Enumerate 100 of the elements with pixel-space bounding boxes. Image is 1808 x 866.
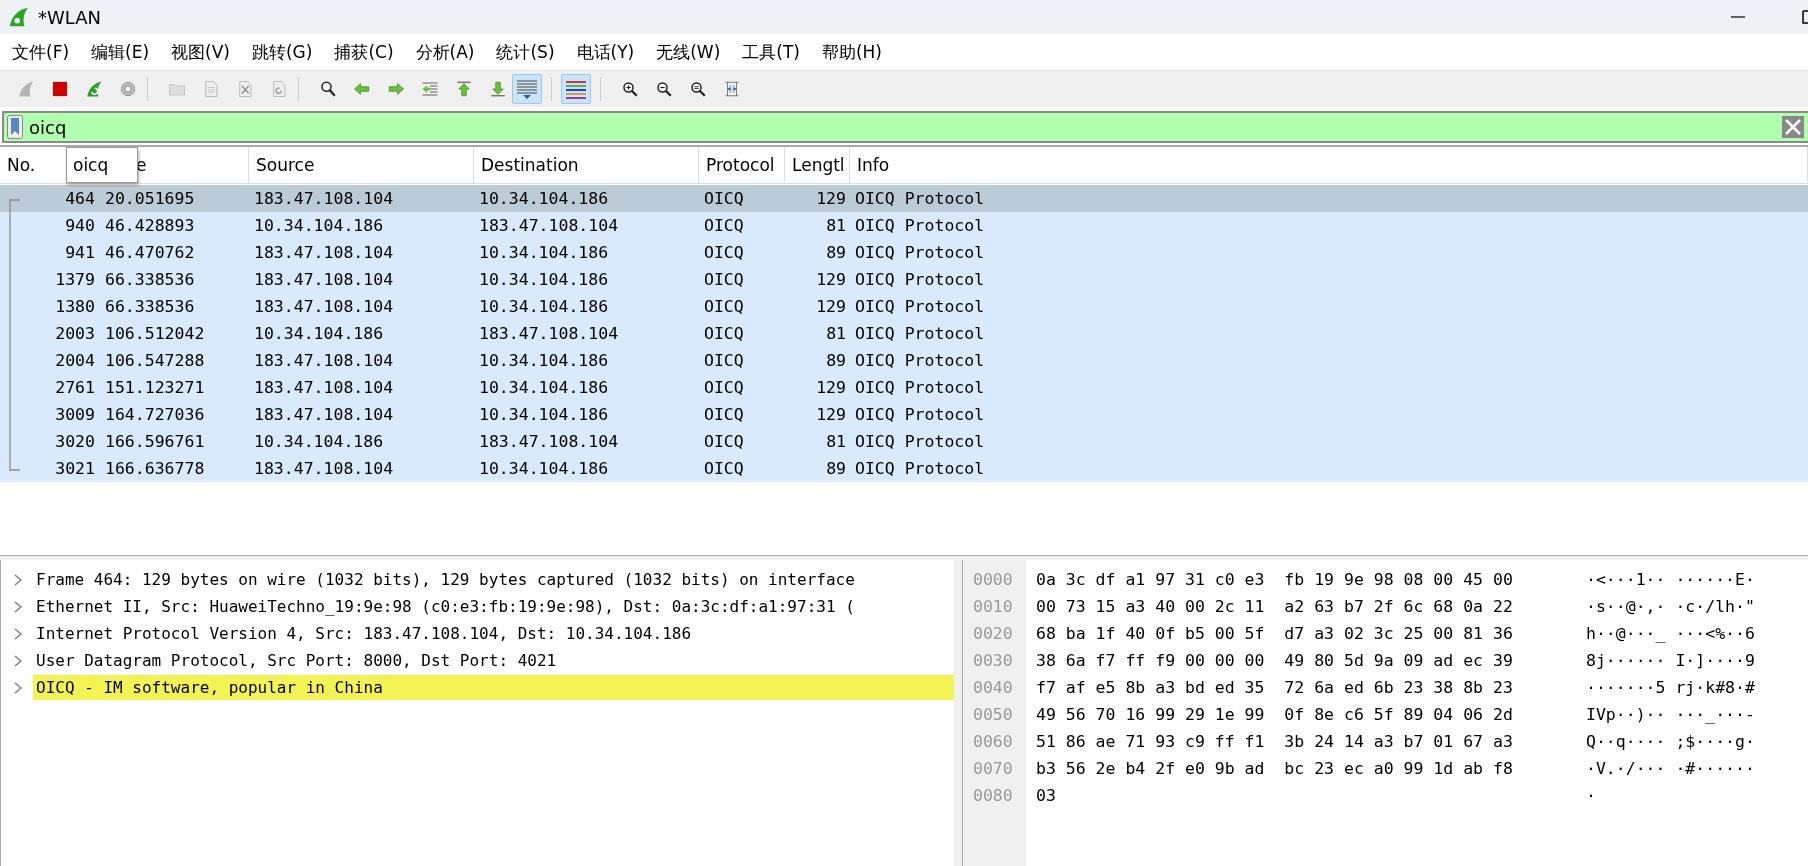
- table-cell-text: OICQ: [703, 324, 745, 343]
- packet-row[interactable]: 3009 164.727036 183.47.108.104 10.34.104.186 OICQ 129 OICQ Protocol: [0, 401, 1808, 428]
- filter-input[interactable]: oicq: [29, 116, 1776, 138]
- table-cell-text: 81: [825, 324, 847, 343]
- packet-row[interactable]: 2761 151.123271 183.47.108.104 10.34.104.186 OICQ 129 OICQ Protocol: [0, 374, 1808, 401]
- table-cell-text: 940: [64, 216, 96, 235]
- tree-item[interactable]: Internet Protocol Version 4, Src: 183.47.108.104, Dst: 10.34.104.186: [33, 621, 954, 646]
- offset-label: 0020: [972, 623, 1014, 645]
- tree-item[interactable]: Frame 464: 129 bytes on wire (1032 bits), 129 bytes captured (1032 bits) on interface: [33, 567, 954, 592]
- table-cell-text: OICQ: [703, 243, 745, 262]
- menu-item[interactable]: 捕获(C): [334, 40, 404, 64]
- chevron-icon[interactable]: [13, 626, 23, 641]
- table-cell-text: 1380: [54, 297, 96, 316]
- column-header[interactable]: Info: [850, 147, 1808, 183]
- table-cell-text: 166.596761: [104, 432, 206, 451]
- packet-row[interactable]: 2003 106.512042 10.34.104.186 183.47.108.104 OICQ 81 OICQ Protocol: [0, 320, 1808, 347]
- table-cell-text: OICQ: [703, 216, 745, 235]
- packet-row[interactable]: 3021 166.636778 183.47.108.104 10.34.104.186 OICQ 89 OICQ Protocol: [0, 455, 1808, 482]
- table-cell-text: 129: [815, 189, 847, 208]
- packet-row[interactable]: 941 46.470762 183.47.108.104 10.34.104.186 OICQ 89 OICQ Protocol: [0, 239, 1808, 266]
- table-cell-text: 10.34.104.186: [253, 432, 385, 451]
- table-cell-text: OICQ: [703, 270, 745, 289]
- column-header[interactable]: Source: [249, 147, 474, 183]
- menu-item[interactable]: 跳转(G): [251, 40, 323, 64]
- packet-row[interactable]: 2004 106.547288 183.47.108.104 10.34.104.186 OICQ 89 OICQ Protocol: [0, 347, 1808, 374]
- offset-label: 0000: [972, 569, 1014, 591]
- bookmark-icon[interactable]: [7, 115, 23, 139]
- menu-item[interactable]: 电话(Y): [576, 40, 645, 64]
- tree-item[interactable]: Ethernet II, Src: HuaweiTechno_19:9e:98 (c0:e3:fb:19:9e:98), Dst: 0a:3c:df:a1:97:31 (: [33, 594, 954, 619]
- table-cell-text: OICQ Protocol: [854, 378, 986, 397]
- tree-item[interactable]: OICQ - IM software, popular in China: [33, 675, 954, 700]
- ascii-text: 8j······ I·]····9: [1586, 650, 1755, 672]
- ascii-text: Q··q···· ;$····g·: [1586, 731, 1755, 753]
- table-cell-text: 89: [825, 243, 847, 262]
- table-cell-text: 164.727036: [104, 405, 206, 424]
- table-cell-text: 66.338536: [104, 297, 196, 316]
- chevron-icon[interactable]: [13, 599, 23, 614]
- table-cell-text: OICQ Protocol: [854, 216, 986, 235]
- table-cell-text: 2761: [54, 378, 96, 397]
- table-cell-text: OICQ: [703, 351, 745, 370]
- menu-item[interactable]: 视图(V): [171, 40, 240, 64]
- table-cell-text: OICQ: [703, 432, 745, 451]
- table-cell-text: 183.47.108.104: [478, 216, 620, 235]
- colored-lines-button[interactable]: [561, 74, 591, 104]
- chevron-icon[interactable]: [13, 653, 23, 668]
- packet-row[interactable]: 464 20.051695 183.47.108.104 10.34.104.186 OICQ 129 OICQ Protocol: [0, 185, 1808, 212]
- offset-label: 0060: [972, 731, 1014, 753]
- offset-label: 0040: [972, 677, 1014, 699]
- display-filter-field[interactable]: oicq: [2, 111, 1808, 143]
- table-cell-text: OICQ Protocol: [854, 189, 986, 208]
- table-cell-text: OICQ Protocol: [854, 351, 986, 370]
- table-cell-text: OICQ: [703, 405, 745, 424]
- packet-row[interactable]: 1379 66.338536 183.47.108.104 10.34.104.186 OICQ 129 OICQ Protocol: [0, 266, 1808, 293]
- window-title: *WLAN: [38, 6, 102, 28]
- maximize-icon[interactable]: [1802, 9, 1808, 25]
- column-header[interactable]: Destination: [474, 147, 699, 183]
- table-cell-text: OICQ: [703, 459, 745, 478]
- ascii-text: IVp··)·· ···_···-: [1586, 704, 1755, 726]
- table-cell-text: 2004: [54, 351, 96, 370]
- packet-row[interactable]: 1380 66.338536 183.47.108.104 10.34.104.186 OICQ 129 OICQ Protocol: [0, 293, 1808, 320]
- hex-bytes: 68 ba 1f 40 0f b5 00 5f d7 a3 02 3c 25 00 81 36: [1036, 623, 1514, 645]
- menu-item[interactable]: 分析(A): [415, 40, 485, 64]
- hex-bytes: 51 86 ae 71 93 c9 ff f1 3b 24 14 a3 b7 01 67 a3: [1036, 731, 1514, 753]
- table-cell-text: 81: [825, 432, 847, 451]
- menu-item[interactable]: 统计(S): [496, 40, 565, 64]
- tree-item[interactable]: User Datagram Protocol, Src Port: 8000, Dst Port: 4021: [33, 648, 954, 673]
- ascii-text: ·<···1·· ······E·: [1586, 569, 1755, 591]
- menu-item[interactable]: 文件(F): [12, 40, 80, 64]
- column-header[interactable]: Protocol: [699, 147, 785, 183]
- ascii-text: ·s··@·,· ·c·/lh·": [1586, 596, 1755, 618]
- hex-bytes: 38 6a f7 ff f9 00 00 00 49 80 5d 9a 09 ad ec 39: [1036, 650, 1514, 672]
- packet-row[interactable]: 3020 166.596761 10.34.104.186 183.47.108.104 OICQ 81 OICQ Protocol: [0, 428, 1808, 455]
- menu-item[interactable]: 无线(W): [656, 40, 731, 64]
- table-cell-text: 10.34.104.186: [478, 297, 610, 316]
- menu-item[interactable]: 帮助(H): [821, 40, 892, 64]
- table-cell-text: OICQ: [703, 378, 745, 397]
- menu-item[interactable]: 工具(T): [742, 40, 810, 64]
- ascii-text: ·: [1586, 785, 1596, 807]
- hex-bytes: b3 56 2e b4 2f e0 9b ad bc 23 ec a0 99 1d ab f8: [1036, 758, 1514, 780]
- table-cell-text: 183.47.108.104: [253, 351, 395, 370]
- table-cell-text: 129: [815, 405, 847, 424]
- chevron-icon[interactable]: [13, 680, 23, 695]
- table-cell-text: 89: [825, 459, 847, 478]
- menu-item[interactable]: 编辑(E): [91, 40, 160, 64]
- table-cell-text: 183.47.108.104: [253, 189, 395, 208]
- offset-label: 0050: [972, 704, 1014, 726]
- table-cell-text: 10.34.104.186: [253, 324, 385, 343]
- offset-label: 0080: [972, 785, 1014, 807]
- offset-label: 0010: [972, 596, 1014, 618]
- autoscroll-button[interactable]: [512, 74, 542, 104]
- ascii-text: h··@···_ ···<%··6: [1586, 623, 1755, 645]
- column-header[interactable]: Lengtl: [785, 147, 850, 183]
- table-cell-text: OICQ Protocol: [854, 405, 986, 424]
- table-cell-text: 81: [825, 216, 847, 235]
- table-cell-text: OICQ Protocol: [854, 297, 986, 316]
- table-cell-text: 10.34.104.186: [253, 216, 385, 235]
- clear-icon[interactable]: [1782, 116, 1804, 138]
- packet-row[interactable]: 940 46.428893 10.34.104.186 183.47.108.104 OICQ 81 OICQ Protocol: [0, 212, 1808, 239]
- table-cell-text: OICQ Protocol: [854, 243, 986, 262]
- chevron-icon[interactable]: [13, 572, 23, 587]
